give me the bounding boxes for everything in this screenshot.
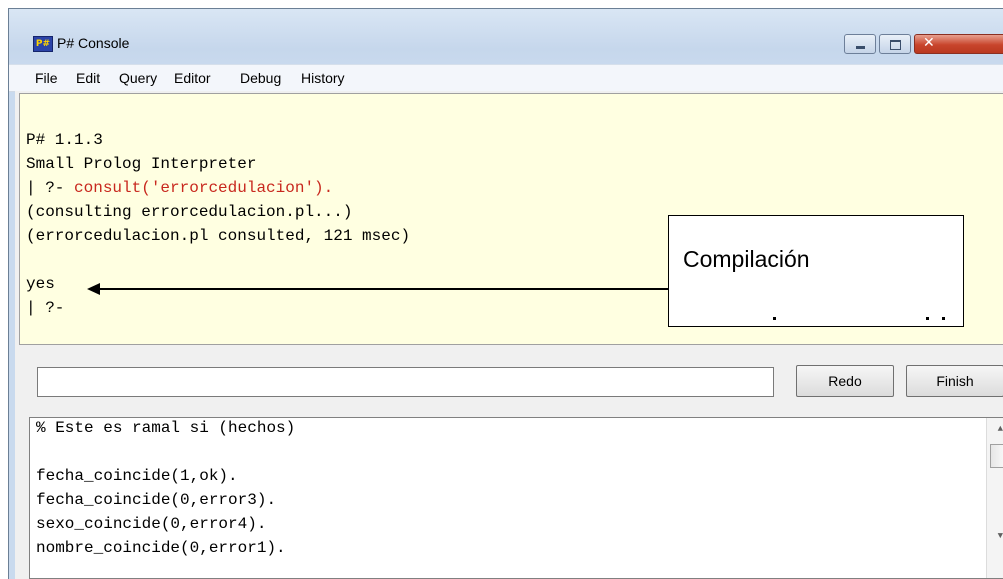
close-icon: ✕ [923, 35, 935, 51]
editor-line: fecha_coincide(1,ok). [36, 467, 238, 485]
minimize-icon [856, 46, 865, 49]
compilation-callout: Compilación [668, 215, 964, 327]
editor-line: fecha_coincide(0,error3). [36, 491, 277, 509]
menu-edit[interactable]: Edit [76, 70, 100, 86]
prompt: | ?- [26, 179, 75, 197]
menu-query[interactable]: Query [119, 70, 157, 86]
console-line: Small Prolog Interpreter [26, 155, 257, 173]
callout-dot [926, 317, 929, 320]
menu-debug[interactable]: Debug [240, 70, 281, 86]
callout-dot [942, 317, 945, 320]
menu-file[interactable]: File [35, 70, 58, 86]
maximize-icon [890, 40, 901, 50]
scroll-thumb[interactable] [990, 444, 1003, 468]
console-line: P# 1.1.3 [26, 131, 103, 149]
console-line: | ?- consult('errorcedulacion'). [26, 179, 333, 197]
editor-line: % Este es ramal si (hechos) [36, 419, 296, 437]
menu-editor[interactable]: Editor [174, 70, 211, 86]
arrow-left-icon [87, 283, 100, 295]
query-input[interactable] [37, 367, 774, 397]
callout-arrow-line [98, 288, 668, 290]
scroll-up-icon[interactable]: ▲ [998, 424, 1003, 434]
scroll-down-icon[interactable]: ▼ [998, 531, 1003, 541]
finish-button[interactable]: Finish [906, 365, 1003, 397]
title-bar[interactable]: P# P# Console ✕ [9, 9, 1003, 64]
editor-line: nombre_coincide(0,error1). [36, 539, 286, 557]
console-line: (errorcedulacion.pl consulted, 121 msec) [26, 227, 411, 245]
console-line: (consulting errorcedulacion.pl...) [26, 203, 353, 221]
consult-command: consult('errorcedulacion'). [74, 179, 334, 197]
console-line: | ?- [26, 299, 65, 317]
console-line: yes [26, 275, 55, 293]
close-button[interactable]: ✕ [914, 34, 1003, 54]
callout-dot [773, 317, 776, 320]
window-title: P# Console [57, 35, 130, 51]
editor-line: sexo_coincide(0,error4). [36, 515, 267, 533]
app-icon: P# [33, 36, 53, 52]
minimize-button[interactable] [844, 34, 876, 54]
query-row: Redo Finish [19, 353, 1003, 403]
redo-button[interactable]: Redo [796, 365, 894, 397]
vertical-scrollbar[interactable]: ▲ ▼ [986, 418, 1003, 578]
program-editor[interactable]: % Este es ramal si (hechos) fecha_coinci… [29, 417, 1003, 579]
menu-bar: File Edit Query Editor Debug History [9, 64, 1003, 92]
callout-label: Compilación [683, 246, 810, 272]
maximize-button[interactable] [879, 34, 911, 54]
menu-history[interactable]: History [301, 70, 345, 86]
client-area: P# 1.1.3 Small Prolog Interpreter | ?- c… [15, 91, 1003, 579]
